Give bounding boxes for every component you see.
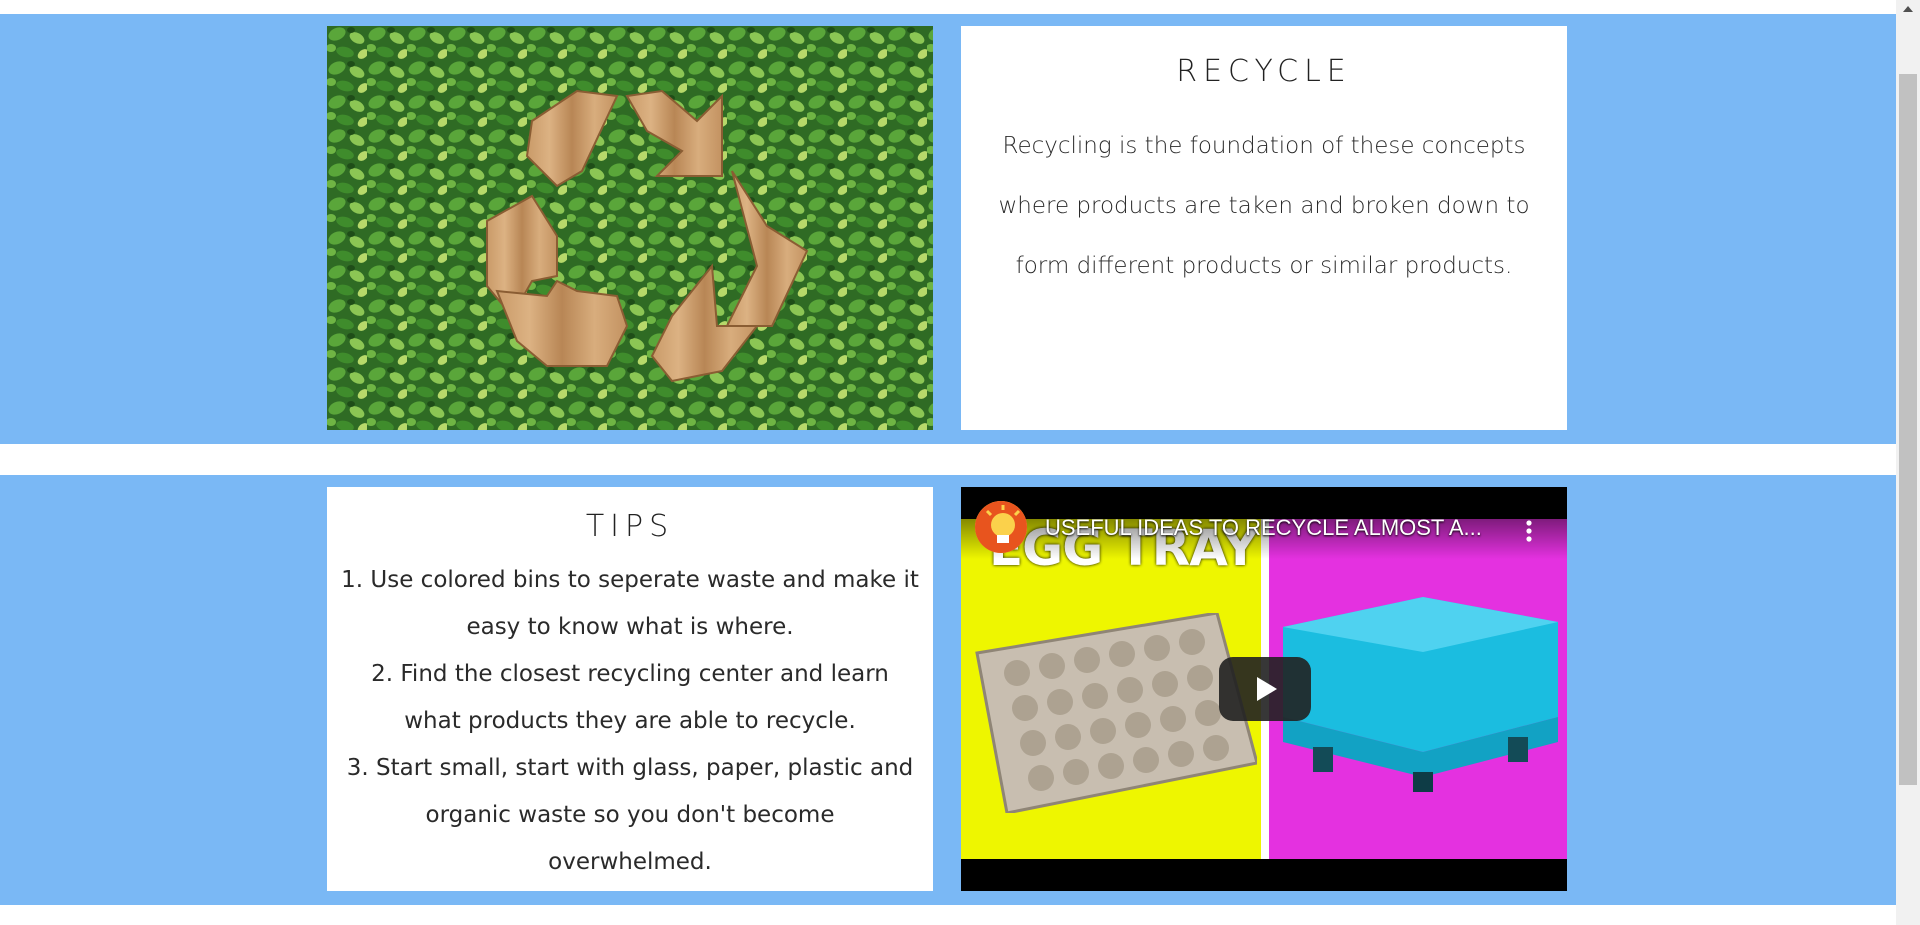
- recycle-section: RECYCLE Recycling is the foundation of t…: [0, 14, 1896, 444]
- scroll-up-arrow-icon[interactable]: [1896, 0, 1920, 18]
- lightbulb-icon: [975, 501, 1027, 553]
- play-icon: [1257, 677, 1277, 701]
- tips-card: TIPS 1. Use colored bins to seperate was…: [327, 487, 933, 891]
- more-vert-icon[interactable]: [1523, 519, 1535, 543]
- page-viewport: RECYCLE Recycling is the foundation of t…: [0, 0, 1896, 925]
- recycle-heading: RECYCLE: [1176, 54, 1352, 89]
- tip-item: 2. Find the closest recycling center and…: [371, 661, 889, 734]
- page: RECYCLE Recycling is the foundation of t…: [0, 0, 1920, 925]
- channel-avatar[interactable]: [975, 501, 1027, 553]
- play-button[interactable]: [1219, 657, 1311, 721]
- vertical-scrollbar[interactable]: [1896, 0, 1920, 925]
- video-bottom-bar: [961, 859, 1567, 891]
- video-title[interactable]: USEFUL IDEAS TO RECYCLE ALMOST A...: [1045, 515, 1482, 541]
- scrollbar-thumb[interactable]: [1899, 74, 1917, 785]
- recycle-description: Recycling is the foundation of these con…: [998, 133, 1530, 279]
- youtube-video-embed[interactable]: EGG TRAY USEFUL IDEAS T: [961, 487, 1567, 891]
- tips-section: TIPS 1. Use colored bins to seperate was…: [0, 475, 1896, 905]
- tips-heading: TIPS: [585, 509, 675, 544]
- ottoman-image: [1283, 597, 1558, 792]
- egg-tray-image: [975, 613, 1257, 813]
- tip-item: 1. Use colored bins to seperate waste an…: [341, 567, 919, 640]
- recycle-image: [327, 26, 933, 430]
- recycle-card: RECYCLE Recycling is the foundation of t…: [961, 26, 1567, 430]
- tip-item: 3. Start small, start with glass, paper,…: [346, 755, 914, 875]
- leaves-background: [327, 26, 933, 430]
- tips-list: 1. Use colored bins to seperate waste an…: [341, 557, 919, 886]
